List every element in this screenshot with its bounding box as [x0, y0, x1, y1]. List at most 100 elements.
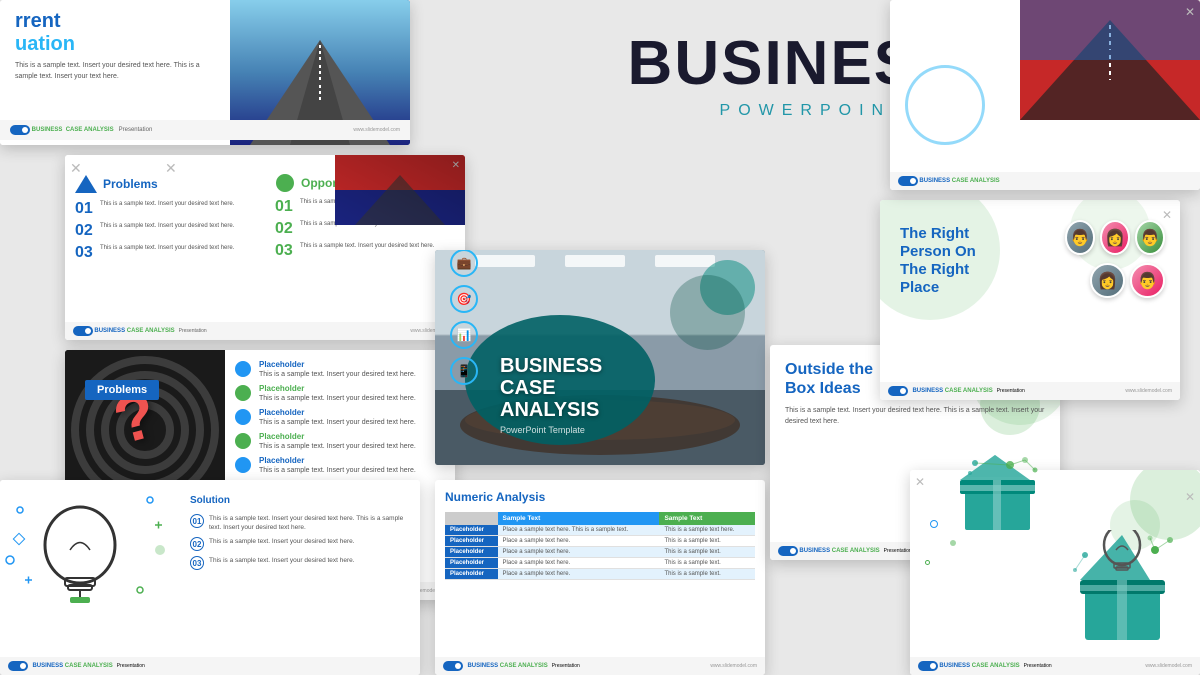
feature-icons: 💼 🎯 📊 📱 — [450, 250, 478, 385]
solution-image — [0, 480, 180, 620]
slide-numeric: Numeric Analysis Sample Text Sample Text… — [435, 480, 765, 675]
table-row: Placeholder Place a sample text here. Th… — [445, 525, 755, 536]
dot-deco-2 — [950, 540, 956, 546]
footer-toggle-4 — [443, 661, 463, 671]
toggle-switch — [10, 125, 30, 135]
problems-item-1: 01 This is a sample text. Insert your de… — [75, 201, 255, 217]
toggle-track — [10, 125, 30, 135]
solution-item-1: 01 This is a sample text. Insert your de… — [190, 514, 410, 532]
numeric-table: Sample Text Sample Text Placeholder Plac… — [445, 512, 755, 580]
problems-label: Problems — [85, 380, 159, 400]
numeric-inner: Numeric Analysis Sample Text Sample Text… — [435, 480, 765, 675]
footer-toggle-5 — [778, 546, 798, 556]
center-main-subtitle: PowerPoint Template — [500, 425, 602, 435]
slide-solution: Solution 01 This is a sample text. Inser… — [0, 480, 420, 675]
footer-logo-8: BUSINESS CASE ANALYSIS — [939, 663, 1019, 669]
chart-icon: 📊 — [450, 321, 478, 349]
right-person-title: The RightPerson OnThe RightPlace — [900, 225, 976, 297]
briefcase-icon: 💼 — [450, 250, 478, 277]
footer-brand: BUSINESS CASE ANALYSIS — [32, 127, 114, 133]
problems-right-content: Placeholder This is a sample text. Inser… — [235, 360, 445, 480]
topright-footer: BUSINESS CASE ANALYSIS — [890, 172, 1200, 190]
table-header-col1: Sample Text — [498, 512, 660, 525]
footer-toggle-track-8 — [918, 661, 938, 671]
problems-item-3: 03 This is a sample text. Insert your de… — [75, 245, 255, 261]
person-photo-2: 👩 — [1100, 220, 1130, 255]
center-main-text: BUSINESSCASEANALYSIS PowerPoint Template — [500, 355, 602, 435]
table-header-col2: Sample Text — [659, 512, 755, 525]
footer-toggle-track-7 — [898, 176, 918, 186]
topleft-heading: rrent uation — [15, 10, 215, 56]
outside-title: Outside the Box Ideas — [785, 360, 1045, 398]
slide-topleft: rrent uation This is a sample text. Inse… — [0, 0, 410, 145]
photo-row-2: 👩 👨 — [1065, 263, 1165, 298]
mobile-icon: 📱 — [450, 357, 478, 385]
footer-toggle-8 — [918, 661, 938, 671]
close-icon[interactable]: ✕ — [452, 160, 460, 171]
solution-item-3: 03 This is a sample text. Insert your de… — [190, 556, 410, 570]
lightbulb-box-svg — [1065, 530, 1185, 650]
footer-toggle-track-5 — [778, 546, 798, 556]
footer-logo-3: BUSINESS CASE ANALYSIS — [32, 663, 112, 669]
problems-title: Problems — [103, 177, 158, 191]
table-row: Placeholder Place a sample text here. Th… — [445, 569, 755, 580]
x-decoration2: ✕ — [165, 160, 177, 177]
footer-toggle-3 — [8, 661, 28, 671]
solution-item-2: 02 This is a sample text. Insert your de… — [190, 537, 410, 551]
slide-lightbulb: ✕ ✕ BUSINESS CASE ANALYSIS Presentation … — [910, 470, 1200, 675]
problems-placeholder-2: Placeholder This is a sample text. Inser… — [235, 384, 445, 402]
person-photo-1: 👨 — [1065, 220, 1095, 255]
solution-content: Solution 01 This is a sample text. Inser… — [190, 495, 410, 575]
center-main-image: 💼 🎯 📊 📱 BUSINESSCASEANALYSIS PowerPoint … — [435, 250, 765, 465]
solution-title: Solution — [190, 495, 410, 506]
lightbulb-inner: ✕ ✕ BUSINESS CASE ANALYSIS Presentation … — [910, 470, 1200, 675]
problems-placeholder-1: Placeholder This is a sample text. Inser… — [235, 360, 445, 378]
dot-icon-1 — [235, 361, 251, 377]
footer-toggle-track-4 — [443, 661, 463, 671]
problems-placeholder-3: Placeholder This is a sample text. Inser… — [235, 408, 445, 426]
problems-column: Problems 01 This is a sample text. Inser… — [75, 173, 255, 267]
lightbulb-footer: BUSINESS CASE ANALYSIS Presentation www.… — [910, 657, 1200, 675]
dot-icon-4 — [235, 433, 251, 449]
leaf-icon — [275, 173, 295, 193]
numeric-title: Numeric Analysis — [445, 490, 755, 504]
x-mark-lb1: ✕ — [1185, 490, 1195, 504]
outside-text: This is a sample text. Insert your desir… — [785, 406, 1045, 427]
x-mark-tr: ✕ — [1185, 5, 1195, 19]
circle-decoration-tr — [905, 65, 985, 145]
problems-item-2: 02 This is a sample text. Insert your de… — [75, 223, 255, 239]
slide-center-main: 💼 🎯 📊 📱 BUSINESSCASEANALYSIS PowerPoint … — [435, 250, 765, 465]
footer-logo-4: BUSINESS CASE ANALYSIS — [467, 663, 547, 669]
topright-inner: ✕ BUSINESS CASE ANALYSIS — [890, 0, 1200, 190]
gift-box-image — [955, 455, 1045, 535]
center-main-title: BUSINESSCASEANALYSIS — [500, 355, 602, 421]
x-decoration1: ✕ — [70, 160, 82, 177]
x-mark-lb2: ✕ — [915, 475, 925, 489]
dot-icon-3 — [235, 409, 251, 425]
footer-logo: BUSINESS CASE ANALYSIS — [94, 328, 174, 334]
problems-placeholder-4: Placeholder This is a sample text. Inser… — [235, 432, 445, 450]
footer-toggle-track — [73, 326, 93, 336]
solution-footer: BUSINESS CASE ANALYSIS Presentation — [0, 657, 420, 675]
footer-toggle-track-3 — [8, 661, 28, 671]
table-header-label — [445, 512, 498, 525]
footer-logo-7: BUSINESS CASE ANALYSIS — [919, 178, 999, 184]
midleft-image — [335, 155, 465, 225]
dot-icon-5 — [235, 457, 251, 473]
topright-image — [1020, 0, 1200, 120]
person-photo-4: 👩 — [1090, 263, 1125, 298]
footer-toggle — [73, 326, 93, 336]
x-mark-rp: ✕ — [1162, 208, 1172, 222]
topleft-para: This is a sample text. Insert your desir… — [15, 61, 215, 82]
midleft-footer: BUSINESS CASE ANALYSIS Presentation www.… — [65, 322, 465, 340]
problems-placeholder-5: Placeholder This is a sample text. Inser… — [235, 456, 445, 474]
slide-topright: ✕ BUSINESS CASE ANALYSIS — [890, 0, 1200, 190]
table-row: Placeholder Place a sample text here. Th… — [445, 558, 755, 569]
person-photo-3: 👨 — [1135, 220, 1165, 255]
footer-toggle-7 — [898, 176, 918, 186]
person-photo-5: 👨 — [1130, 263, 1165, 298]
opportunity-item-3: 03 This is a sample text. Insert your de… — [275, 243, 455, 259]
footer-logo-5: BUSINESS CASE ANALYSIS — [799, 548, 879, 554]
numeric-footer: BUSINESS CASE ANALYSIS Presentation www.… — [435, 657, 765, 675]
target-icon: 🎯 — [450, 285, 478, 313]
